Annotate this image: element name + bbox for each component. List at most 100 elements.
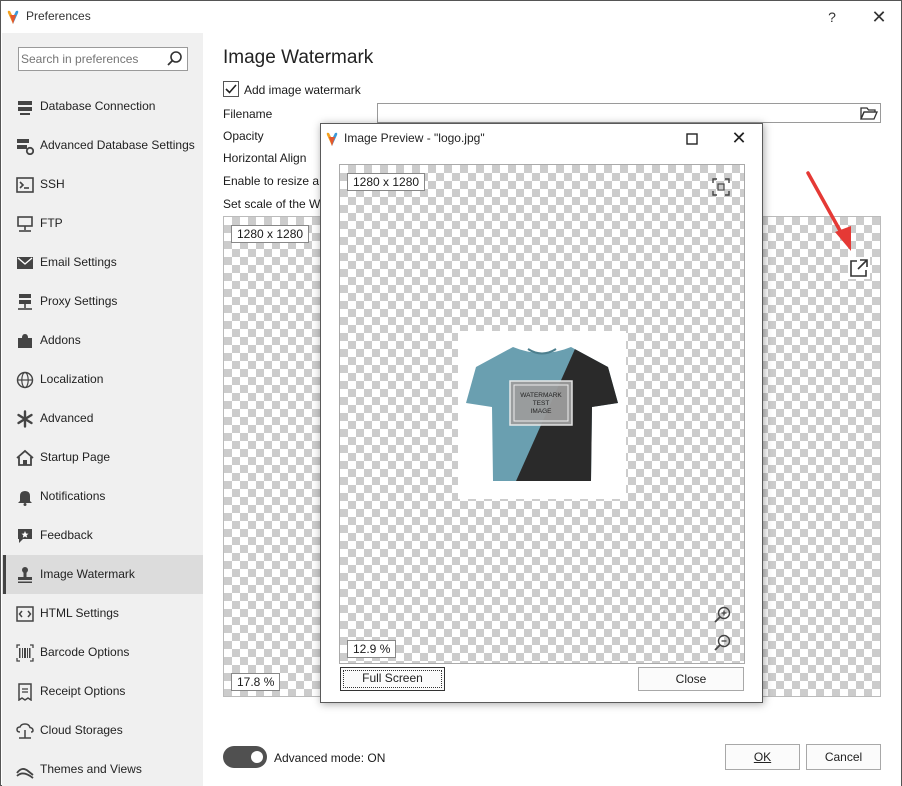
sidebar-item-label: Database Connection [40, 99, 156, 113]
sidebar-item-receipt-options[interactable]: Receipt Options [2, 672, 203, 711]
sidebar-nav: Database Connection Advanced Database Se… [2, 87, 203, 786]
puzzle-icon [18, 334, 32, 348]
cancel-button[interactable]: Cancel [806, 744, 881, 770]
toggle-knob [251, 751, 263, 763]
code-icon [16, 606, 34, 622]
terminal-icon [16, 177, 34, 193]
fit-to-screen-icon[interactable] [712, 178, 730, 196]
preview-dimensions-badge: 1280 x 1280 [231, 225, 310, 243]
scale-label: Set scale of the Wa [223, 197, 327, 211]
search-input[interactable] [21, 50, 161, 68]
app-logo-icon [7, 10, 19, 24]
sidebar-item-barcode-options[interactable]: Barcode Options [2, 633, 203, 672]
sidebar-item-label: Startup Page [40, 450, 111, 464]
sidebar-item-ftp[interactable]: FTP [2, 204, 203, 243]
full-screen-button[interactable]: Full Screen [340, 667, 445, 691]
sidebar-item-label: Email Settings [40, 255, 117, 269]
sidebar-item-label: Barcode Options [40, 645, 130, 659]
proxy-icon [18, 294, 32, 310]
zoom-out-icon[interactable] [712, 633, 732, 653]
dialog-title: Image Preview - "logo.jpg" [344, 131, 485, 145]
watermark-text-line: WATERMARK [520, 392, 562, 399]
open-external-icon[interactable] [848, 257, 870, 279]
folder-open-icon[interactable] [860, 105, 878, 121]
preview-canvas[interactable]: 1280 x 1280 WATERMARK TEST IMAGE 12.9 % [339, 164, 745, 664]
page-title: Image Watermark [223, 47, 374, 68]
sidebar-item-label: Localization [40, 372, 104, 386]
sidebar-item-label: Themes and Views [40, 762, 142, 776]
image-preview-dialog: Image Preview - "logo.jpg" ✕ 1280 x 1280 [320, 123, 763, 703]
red-arrow-annotation [806, 171, 851, 251]
resize-label: Enable to resize a w [223, 174, 332, 188]
sidebar-item-label: Image Watermark [40, 567, 135, 581]
search-box[interactable] [18, 47, 188, 71]
asterisk-icon [17, 410, 33, 428]
sidebar-item-addons[interactable]: Addons [2, 321, 203, 360]
database-connection-icon [18, 101, 32, 115]
dialog-close-button[interactable]: Close [638, 667, 744, 691]
opacity-label: Opacity [223, 129, 264, 143]
window-close-button[interactable]: ✕ [869, 7, 889, 27]
stamp-icon [18, 567, 32, 583]
ok-button-label: OK [753, 750, 772, 764]
watermark-text-line: IMAGE [531, 408, 553, 415]
maximize-icon[interactable] [683, 130, 701, 148]
sidebar-item-proxy-settings[interactable]: Proxy Settings [2, 282, 203, 321]
barcode-icon [16, 644, 34, 662]
sidebar-item-label: Receipt Options [40, 684, 126, 698]
checkmark-icon [225, 84, 237, 94]
sidebar-item-advanced[interactable]: Advanced [2, 399, 203, 438]
sidebar-item-label: Cloud Storages [40, 723, 123, 737]
sidebar-item-email-settings[interactable]: Email Settings [2, 243, 203, 282]
sidebar: Database Connection Advanced Database Se… [2, 33, 203, 786]
add-watermark-label: Add image watermark [244, 83, 361, 97]
title-bar: Preferences ? ✕ [1, 1, 901, 33]
bell-icon [18, 491, 32, 506]
sidebar-item-html-settings[interactable]: HTML Settings [2, 594, 203, 633]
sidebar-item-feedback[interactable]: Feedback [2, 516, 203, 555]
zoom-in-icon[interactable] [712, 605, 732, 625]
tshirt-product-image: WATERMARK TEST IMAGE [458, 331, 626, 499]
sidebar-item-advanced-database-settings[interactable]: Advanced Database Settings [2, 126, 203, 165]
sidebar-item-label: Notifications [40, 489, 106, 503]
sidebar-item-startup-page[interactable]: Startup Page [2, 438, 203, 477]
cloud-icon [16, 723, 34, 739]
filename-field[interactable] [377, 103, 881, 123]
sidebar-item-image-watermark[interactable]: Image Watermark [2, 555, 203, 594]
ftp-icon [17, 216, 33, 232]
globe-icon [16, 371, 34, 389]
feedback-icon [18, 529, 32, 543]
sidebar-item-ssh[interactable]: SSH [2, 165, 203, 204]
sidebar-item-notifications[interactable]: Notifications [2, 477, 203, 516]
dialog-close-icon[interactable]: ✕ [729, 128, 749, 148]
watermark-text-line: TEST [533, 400, 550, 407]
preview-zoom-badge: 17.8 % [231, 673, 281, 691]
envelope-icon [17, 257, 33, 269]
add-watermark-checkbox[interactable] [223, 81, 239, 97]
sidebar-item-label: HTML Settings [40, 606, 119, 620]
advanced-mode-toggle[interactable] [223, 746, 267, 768]
sidebar-item-label: Feedback [40, 528, 93, 542]
dialog-zoom-badge: 12.9 % [347, 640, 397, 658]
receipt-icon [18, 683, 32, 701]
advanced-mode-label: Advanced mode: ON [274, 751, 386, 765]
app-logo-icon [326, 132, 338, 146]
palette-icon [16, 768, 34, 779]
help-button[interactable]: ? [823, 7, 841, 27]
sidebar-item-label: Addons [40, 333, 81, 347]
sidebar-item-themes-and-views[interactable]: Themes and Views [2, 750, 203, 786]
sidebar-item-cloud-storages[interactable]: Cloud Storages [2, 711, 203, 750]
sidebar-item-localization[interactable]: Localization [2, 360, 203, 399]
sidebar-item-label: Advanced [40, 411, 94, 425]
sidebar-item-label: FTP [40, 216, 63, 230]
sidebar-item-label: SSH [40, 177, 65, 191]
preferences-window: Preferences ? ✕ Database Connection Adva… [0, 0, 902, 786]
database-settings-icon [17, 139, 34, 155]
sidebar-item-label: Proxy Settings [40, 294, 118, 308]
window-title: Preferences [26, 9, 91, 23]
sidebar-item-label: Advanced Database Settings [40, 138, 195, 152]
dialog-dimensions-badge: 1280 x 1280 [347, 173, 426, 191]
search-icon[interactable] [166, 50, 184, 68]
ok-button[interactable]: OK [725, 744, 800, 770]
sidebar-item-database-connection[interactable]: Database Connection [2, 87, 203, 126]
